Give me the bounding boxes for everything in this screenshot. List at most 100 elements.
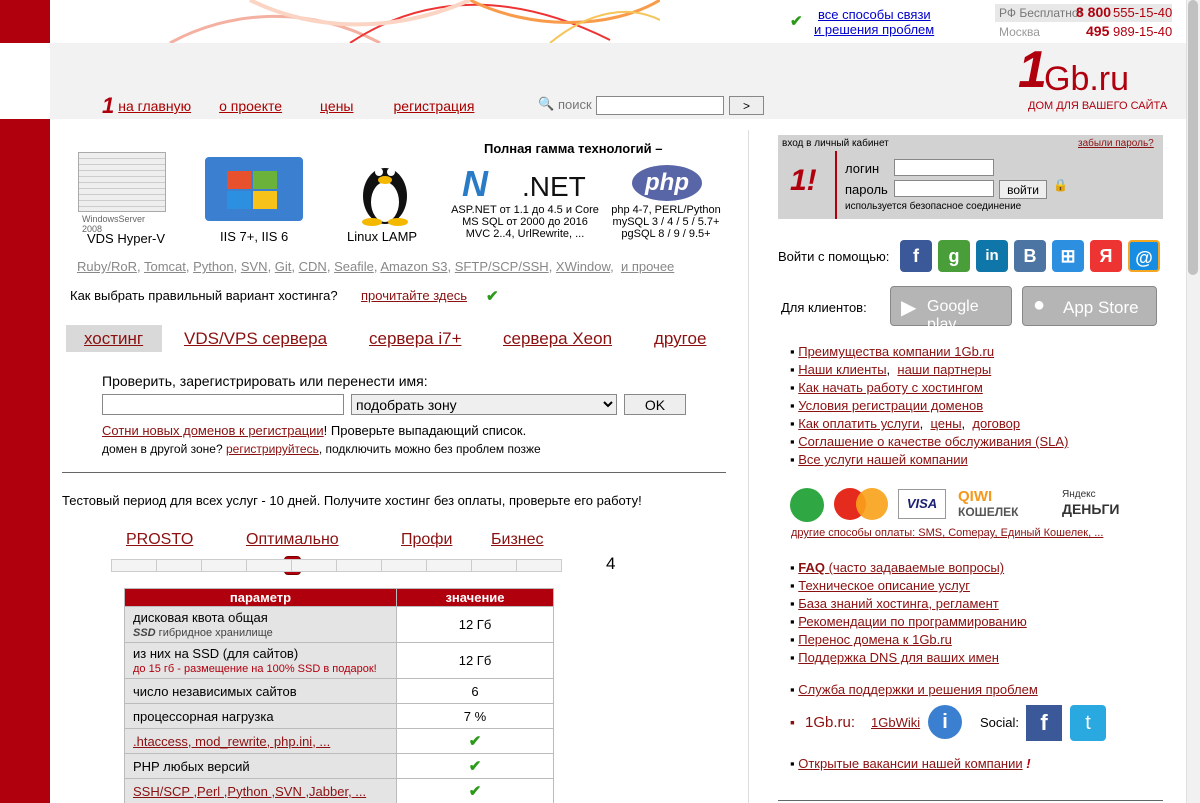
programming-link[interactable]: Рекомендации по программированию (798, 614, 1027, 629)
info-icon[interactable]: i (928, 705, 962, 739)
plan-optimal[interactable]: Оптимально (246, 531, 339, 549)
plan-business[interactable]: Бизнес (491, 531, 544, 549)
search-input[interactable] (596, 96, 724, 115)
prices-link[interactable]: цены (930, 416, 961, 431)
slider-step[interactable] (426, 559, 472, 572)
section-divider (62, 472, 726, 473)
slider-step[interactable] (246, 559, 292, 572)
contract-link[interactable]: договор (972, 416, 1020, 431)
sla-link[interactable]: Соглашение о качестве обслуживания (SLA) (798, 434, 1068, 449)
tech-link-sftp[interactable]: SFTP/SCP/SSH (455, 259, 549, 274)
search-button[interactable]: > (729, 96, 764, 115)
site-label: 1Gb.ru: (805, 714, 856, 731)
password-input[interactable] (894, 180, 994, 197)
tech-link-svn[interactable]: SVN (241, 259, 268, 274)
scrollbar-thumb[interactable] (1188, 0, 1198, 275)
tech-link-seafile[interactable]: Seafile (334, 259, 374, 274)
pay-link[interactable]: Как оплатить услуги (798, 416, 919, 431)
forgot-password-link[interactable]: забыли пароль? (1078, 138, 1154, 149)
tab-vds[interactable]: VDS/VPS сервера (184, 329, 327, 349)
google-play-button[interactable]: ▶ Google play (890, 286, 1012, 333)
slider-step[interactable] (336, 559, 382, 572)
slider-step[interactable] (381, 559, 427, 572)
tech-link-xwindow[interactable]: XWindow (556, 259, 610, 274)
advantages-link[interactable]: Преимущества компании 1Gb.ru (798, 344, 994, 359)
tab-xeon[interactable]: сервера Xeon (503, 329, 612, 349)
choose-text: Как выбрать правильный вариант хостинга? (70, 288, 338, 303)
google-login-icon[interactable]: g (938, 240, 970, 272)
new-domains-link[interactable]: Сотни новых доменов к регистрации (102, 423, 324, 438)
tech-link-cdn[interactable]: CDN (299, 259, 327, 274)
plan-profi[interactable]: Профи (401, 531, 452, 549)
vk-login-icon[interactable]: B (1014, 240, 1046, 272)
slider-step[interactable] (111, 559, 157, 572)
play-icon: ▶ (901, 297, 917, 319)
faq-link[interactable]: FAQ (часто задаваемые вопросы) (798, 560, 1004, 575)
linkedin-login-icon[interactable]: in (976, 240, 1008, 272)
tech-link-more[interactable]: и прочее (621, 259, 674, 274)
yandex-login-icon[interactable]: Я (1090, 240, 1122, 272)
slider-step[interactable] (156, 559, 202, 572)
register-link[interactable]: регистрируйтесь (226, 442, 319, 456)
twitter-icon[interactable]: t (1070, 705, 1106, 741)
htaccess-link[interactable]: .htaccess, mod_rewrite, php.ini, ... (133, 734, 330, 749)
col-value: значение (396, 588, 554, 607)
tech-link-python[interactable]: Python (193, 259, 233, 274)
logo-one: 1 (1018, 41, 1047, 99)
wiki-link[interactable]: 1GbWiki (871, 715, 920, 730)
dns-link[interactable]: Поддержка DNS для ваших имен (798, 650, 999, 665)
slider-step[interactable] (291, 559, 337, 572)
tab-hosting[interactable]: хостинг (84, 329, 143, 349)
app-store-button[interactable]: ● App Store (1022, 286, 1157, 326)
tab-i7[interactable]: сервера i7+ (369, 329, 462, 349)
jobs-link[interactable]: Открытые вакансии нашей компании (798, 756, 1022, 771)
kb-link[interactable]: База знаний хостинга, регламент (798, 596, 999, 611)
check-icon: ✔ (468, 783, 482, 800)
nav-about[interactable]: о проекте (219, 98, 282, 114)
apple-icon: ● (1033, 294, 1046, 316)
transfer-link[interactable]: Перенос домена к 1Gb.ru (798, 632, 952, 647)
all-services-link[interactable]: Все услуги нашей компании (798, 452, 967, 467)
contact-link-2[interactable]: и решения проблем (814, 22, 934, 37)
other-payments-link[interactable]: другие способы оплаты: SMS, Comepay, Еди… (791, 527, 1103, 539)
facebook-icon[interactable]: f (1026, 705, 1062, 741)
slider-step[interactable] (201, 559, 247, 572)
ssh-link[interactable]: SSH/SCP ,Perl ,Python ,SVN ,Jabber, ... (133, 784, 366, 799)
tech-link-tomcat[interactable]: Tomcat (144, 259, 186, 274)
right-links-2: ▪ FAQ (часто задаваемые вопросы) ▪ Техни… (790, 560, 1027, 665)
nav-register[interactable]: регистрация (394, 98, 475, 114)
nav-home[interactable]: на главную (118, 98, 191, 114)
start-link[interactable]: Как начать работу с хостингом (798, 380, 983, 395)
slider-step[interactable] (516, 559, 562, 572)
windows-login-icon[interactable]: ⊞ (1052, 240, 1084, 272)
tech-desc-link[interactable]: Техническое описание услуг (798, 578, 970, 593)
password-label: пароль (845, 182, 888, 197)
linux-caption: Linux LAMP (347, 229, 418, 244)
domain-input[interactable] (102, 394, 344, 415)
nav-prices[interactable]: цены (320, 98, 353, 114)
mailru-login-icon[interactable]: @ (1128, 240, 1160, 272)
tech-link-git[interactable]: Git (275, 259, 292, 274)
tech-link-amazon[interactable]: Amazon S3 (380, 259, 447, 274)
facebook-login-icon[interactable]: f (900, 240, 932, 272)
contact-link[interactable]: все способы связи (818, 7, 931, 22)
plan-prosto[interactable]: PROSTO (126, 531, 193, 549)
partners-link[interactable]: наши партнеры (897, 362, 991, 377)
tech-link-ruby[interactable]: Ruby/RoR (77, 259, 137, 274)
clients-link[interactable]: Наши клиенты (798, 362, 886, 377)
slider-step[interactable] (471, 559, 517, 572)
dotnet-logo: N .NET (462, 163, 586, 204)
choose-link[interactable]: прочитайте здесь (361, 288, 467, 303)
login-button[interactable]: войти (999, 180, 1047, 199)
city-code: 495 (1086, 23, 1110, 39)
tab-other[interactable]: другое (654, 329, 706, 349)
domain-terms-link[interactable]: Условия регистрации доменов (798, 398, 983, 413)
yandex-money-icon: Яндекс ДЕНЬГИ (1062, 489, 1120, 517)
domain-ok-button[interactable]: OK (624, 394, 686, 415)
login-input[interactable] (894, 159, 994, 176)
iis-caption: IIS 7+, IIS 6 (220, 229, 289, 244)
logo[interactable]: 1 Gb.ru ДОМ ДЛЯ ВАШЕГО САЙТА (1018, 42, 1168, 118)
table-row: .htaccess, mod_rewrite, php.ini, ... ✔ (124, 728, 554, 754)
support-link[interactable]: Служба поддержки и решения проблем (798, 682, 1038, 697)
domain-zone-select[interactable]: подобрать зону (351, 394, 617, 415)
